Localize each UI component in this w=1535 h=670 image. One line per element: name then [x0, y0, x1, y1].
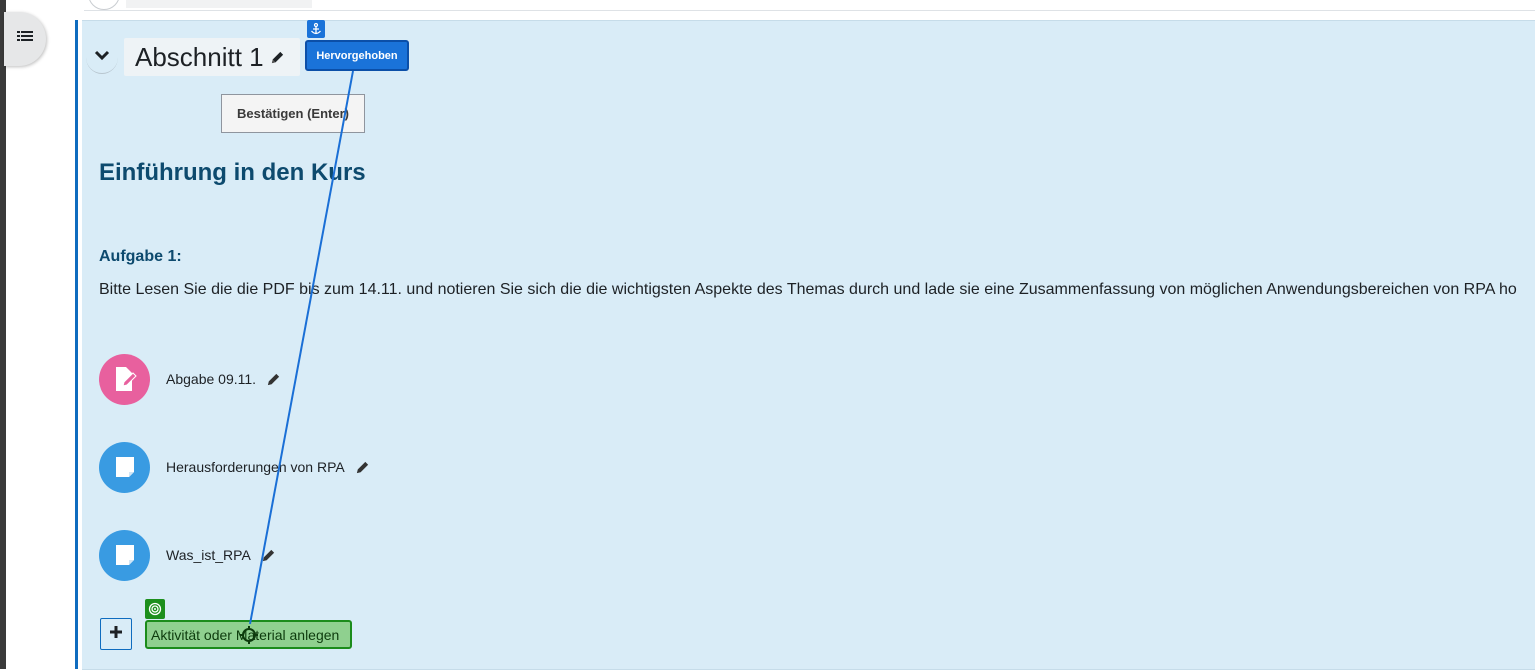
previous-section-edge — [84, 0, 1535, 11]
highlighted-badge[interactable]: Hervorgehoben — [305, 40, 409, 71]
anchor-icon — [307, 20, 325, 38]
page-icon — [99, 529, 150, 581]
add-activity-button[interactable] — [100, 618, 132, 650]
activity-name[interactable]: Abgabe 09.11. — [166, 371, 256, 387]
section-title: Abschnitt 1 — [135, 41, 264, 72]
pencil-icon[interactable] — [261, 548, 276, 563]
section-summary-heading: Einführung in den Kurs — [99, 159, 366, 186]
course-index-toggle[interactable] — [4, 12, 46, 66]
target-icon — [145, 599, 165, 619]
section-collapse-button[interactable] — [86, 41, 118, 74]
activity-item[interactable]: Was_ist_RPA — [99, 529, 499, 581]
page-icon — [99, 441, 150, 493]
confirm-tooltip[interactable]: Bestätigen (Enter) — [221, 94, 365, 133]
previous-section-title — [126, 0, 312, 8]
activity-name[interactable]: Was_ist_RPA — [166, 547, 251, 563]
window-left-border — [0, 0, 6, 669]
task-description: Bitte Lesen Sie die die PDF bis zum 14.1… — [99, 281, 1517, 298]
pencil-icon[interactable] — [355, 460, 370, 475]
activity-item[interactable]: Abgabe 09.11. — [99, 353, 499, 405]
assignment-icon — [99, 353, 150, 405]
section-title-editor[interactable]: Abschnitt 1 — [124, 38, 300, 76]
pencil-icon[interactable] — [270, 50, 285, 70]
pencil-icon[interactable] — [266, 372, 281, 387]
activity-name[interactable]: Herausforderungen von RPA — [166, 459, 345, 475]
previous-collapse-button[interactable] — [88, 0, 120, 10]
activity-item[interactable]: Herausforderungen von RPA — [99, 441, 499, 493]
list-icon — [17, 30, 33, 49]
plus-icon — [109, 625, 123, 644]
task-label: Aufgabe 1: — [99, 248, 182, 265]
section-highlight-bar — [75, 20, 78, 669]
move-cursor-icon — [240, 626, 258, 649]
chevron-down-icon — [94, 48, 110, 66]
